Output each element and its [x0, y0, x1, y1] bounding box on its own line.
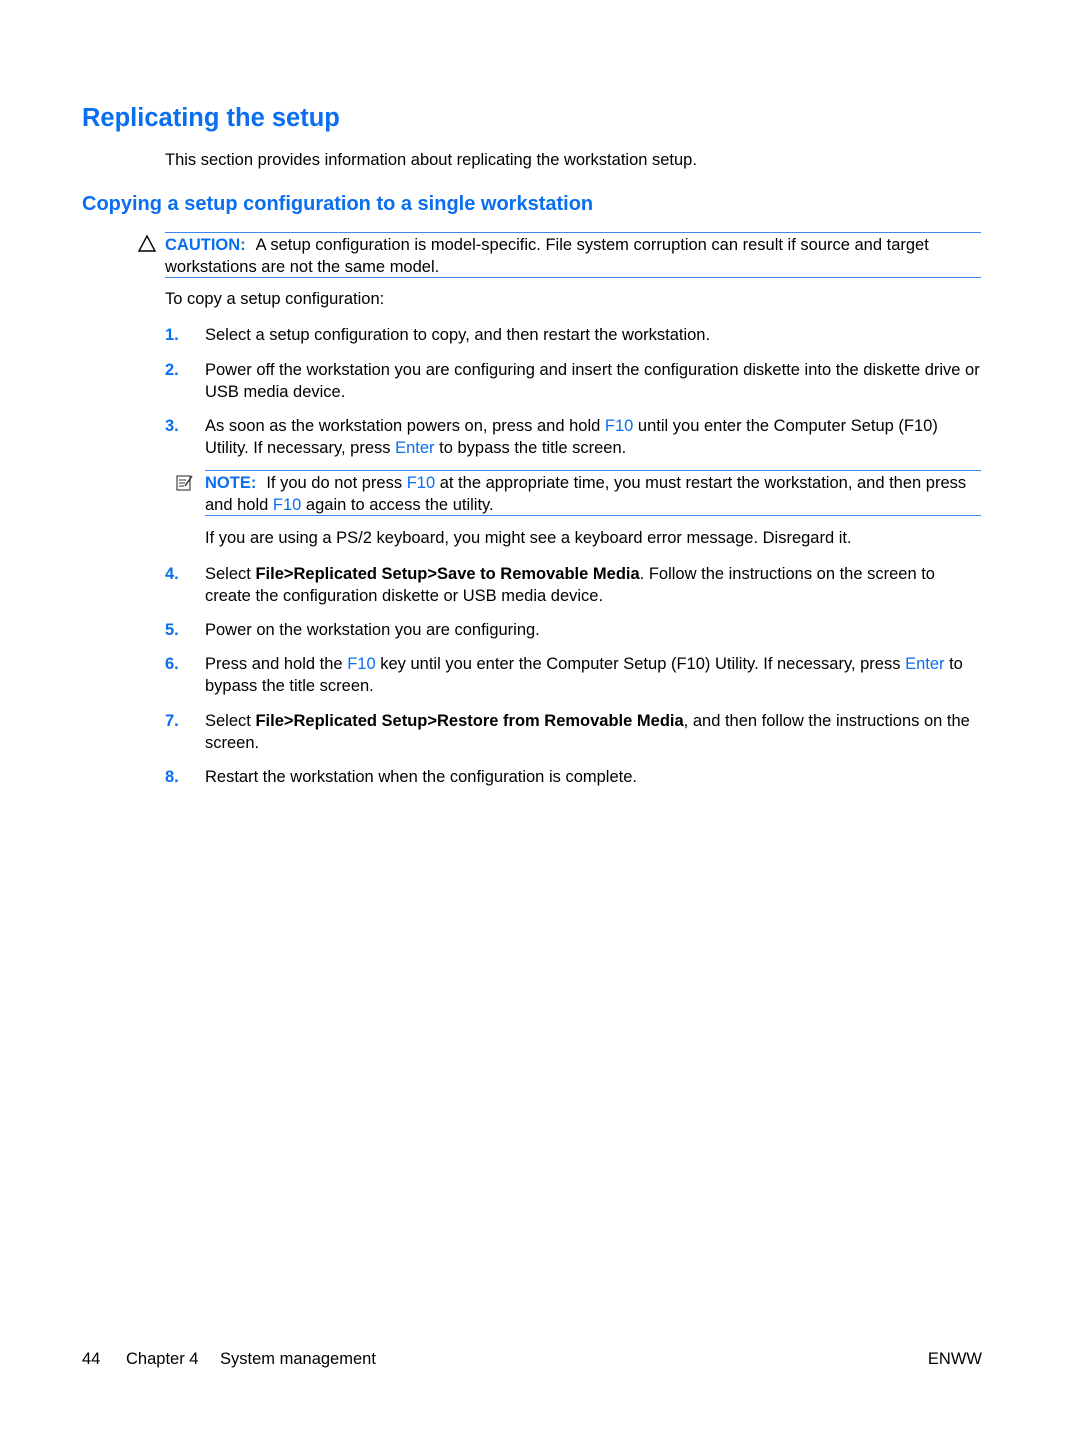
text-run: key until you enter the Computer Setup (…: [375, 655, 906, 673]
text-run: Select a setup configuration to copy, an…: [205, 326, 711, 344]
key-name: F10: [406, 474, 436, 492]
step-number: 3.: [165, 417, 179, 435]
caution-triangle-icon: [137, 234, 157, 252]
text-run: Select: [205, 712, 256, 730]
text-run: Press and hold the: [205, 655, 348, 673]
caution-box: CAUTION: A setup configuration is model-s…: [137, 232, 981, 278]
step-text: Select a setup configuration to copy, an…: [205, 324, 981, 346]
footer-section: System management: [220, 1350, 376, 1368]
page-number: 44: [82, 1350, 101, 1368]
step-item: 5. Power on the workstation you are confi…: [165, 619, 981, 641]
step-number: 6.: [165, 655, 179, 673]
step-text: As soon as the workstation powers on, pr…: [205, 415, 981, 459]
key-name: Enter: [905, 655, 945, 673]
text-run: again to access the utility.: [301, 496, 494, 514]
menu-path: File>Replicated Setup>Restore from Remov…: [255, 712, 684, 730]
note-label: NOTE:: [205, 474, 257, 492]
caution-label: CAUTION:: [165, 236, 246, 254]
note-text: If you do not press F10 at the appropria…: [205, 474, 966, 514]
text-run: Power off the workstation you are config…: [205, 361, 980, 401]
section-subheading: Copying a setup configuration to a singl…: [82, 193, 594, 215]
step-item: 2. Power off the workstation you are conf…: [165, 359, 981, 403]
step-item: 3. As soon as the workstation powers on, …: [165, 415, 981, 459]
text-run: As soon as the workstation powers on, pr…: [205, 417, 605, 435]
page-heading: Replicating the setup: [82, 104, 340, 132]
step-number: 5.: [165, 621, 179, 639]
step-number: 2.: [165, 361, 179, 379]
text-run: If you do not press: [266, 474, 407, 492]
text-run: Power on the workstation you are configu…: [205, 621, 540, 639]
text-run: to bypass the title screen.: [434, 439, 627, 457]
step-text: Select File>Replicated Setup>Restore fro…: [205, 710, 981, 754]
intro-paragraph: This section provides information about …: [165, 151, 697, 169]
step-item: 7. Select File>Replicated Setup>Restore f…: [165, 710, 981, 754]
step-item: 6. Press and hold the F10 key until you e…: [165, 653, 981, 697]
note-pad-icon: [176, 475, 193, 491]
step-number: 7.: [165, 712, 179, 730]
step-number: 4.: [165, 565, 179, 583]
note-followup-paragraph: If you are using a PS/2 keyboard, you mi…: [205, 529, 852, 547]
step-text: Restart the workstation when the configu…: [205, 766, 981, 788]
step-text: Select File>Replicated Setup>Save to Rem…: [205, 563, 981, 607]
text-run: Restart the workstation when the configu…: [205, 768, 637, 786]
step-text: Press and hold the F10 key until you ent…: [205, 653, 981, 697]
key-name: F10: [272, 496, 302, 514]
step-item: 8. Restart the workstation when the confi…: [165, 766, 981, 788]
text-run: Select: [205, 565, 256, 583]
key-name: Enter: [395, 439, 435, 457]
menu-path: File>Replicated Setup>Save to Removable …: [255, 565, 640, 583]
step-item: 1. Select a setup configuration to copy, …: [165, 324, 981, 346]
step-item: 4. Select File>Replicated Setup>Save to R…: [165, 563, 981, 607]
step-number: 8.: [165, 768, 179, 786]
key-name: F10: [347, 655, 376, 673]
step-number: 1.: [165, 326, 179, 344]
caution-text: A setup configuration is model-specific.…: [165, 236, 929, 276]
step-text: Power on the workstation you are configu…: [205, 619, 981, 641]
key-name: F10: [604, 417, 634, 435]
footer-code: ENWW: [927, 1350, 982, 1368]
step-text: Power off the workstation you are config…: [205, 359, 981, 403]
footer-chapter: Chapter 4: [126, 1350, 199, 1368]
note-box: NOTE: If you do not press F10 at the appr…: [176, 470, 981, 516]
procedure-lead: To copy a setup configuration:: [165, 290, 385, 308]
